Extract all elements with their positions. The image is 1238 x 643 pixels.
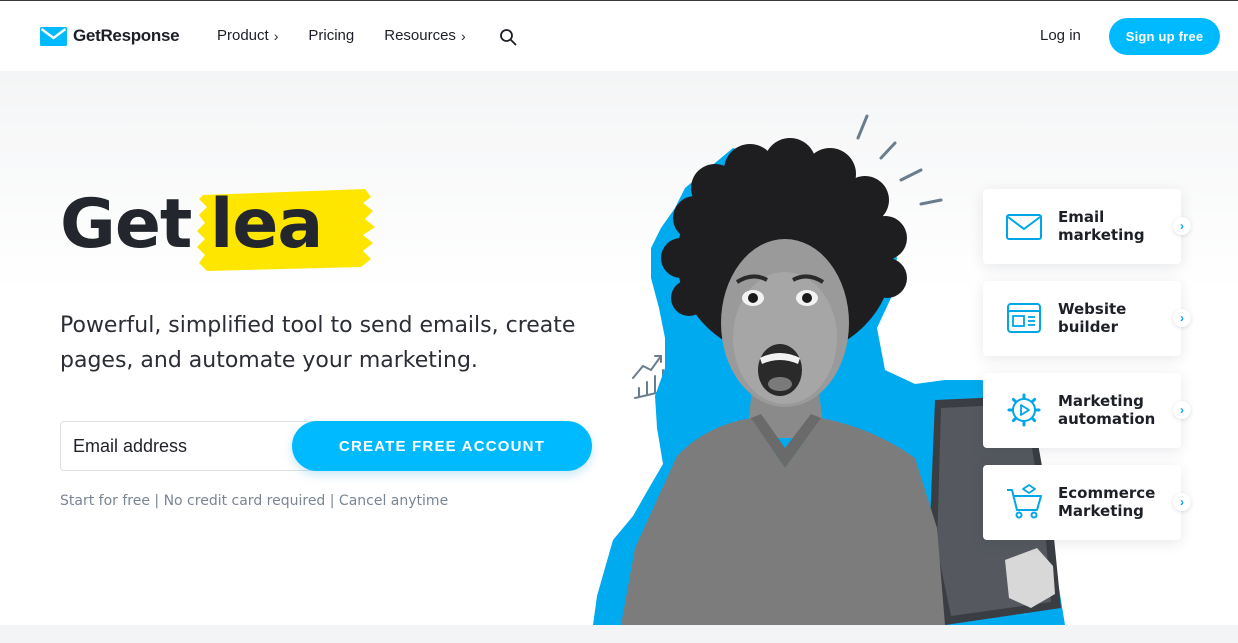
website-icon	[1007, 303, 1041, 333]
site-header: GetResponse Product › Pricing Resources …	[0, 1, 1238, 71]
feature-card-label: Marketing automation	[1058, 392, 1156, 428]
chevron-right-icon: ›	[1173, 493, 1191, 511]
nav-item-resources[interactable]: Resources ›	[384, 27, 465, 44]
nav-item-label: Resources	[384, 27, 456, 44]
chevron-right-icon: ›	[460, 27, 466, 44]
search-icon[interactable]	[499, 28, 517, 46]
create-account-button[interactable]: CREATE FREE ACCOUNT	[292, 421, 592, 471]
nav-item-pricing[interactable]: Pricing	[308, 27, 354, 44]
feature-card-label: Website builder	[1058, 300, 1127, 336]
nav-item-label: Product	[217, 27, 269, 44]
feature-card-label: Ecommerce Marketing	[1058, 484, 1156, 520]
nav-item-product[interactable]: Product ›	[217, 27, 278, 44]
chevron-right-icon: ›	[1173, 217, 1191, 235]
logo[interactable]: GetResponse	[40, 26, 180, 46]
chevron-right-icon: ›	[273, 27, 279, 44]
feature-card-email[interactable]: Email marketing ›	[983, 189, 1191, 264]
feature-card-website[interactable]: Website builder ›	[983, 281, 1191, 356]
section-divider	[0, 625, 1238, 643]
main-nav: Product › Pricing Resources ›	[217, 27, 466, 44]
cart-icon	[1007, 484, 1042, 519]
envelope-icon	[1006, 214, 1042, 240]
gear-play-icon	[1007, 393, 1041, 427]
feature-card-automation[interactable]: Marketing automation ›	[983, 373, 1191, 448]
hero-subhead: Powerful, simplified tool to send emails…	[60, 313, 576, 373]
nav-item-label: Pricing	[308, 27, 355, 44]
chevron-right-icon: ›	[1173, 309, 1191, 327]
hero-fineprint: Start for free | No credit card required…	[60, 493, 449, 509]
hero-illustration	[593, 114, 1065, 625]
headline-highlight-word: lea	[210, 185, 323, 264]
feature-card-label: Email marketing	[1058, 208, 1145, 244]
chevron-right-icon: ›	[1173, 401, 1191, 419]
headline-prefix: Get	[60, 185, 192, 264]
login-link[interactable]: Log in	[1040, 27, 1081, 44]
logo-envelope-icon	[40, 26, 67, 46]
logo-text: GetResponse	[73, 26, 180, 45]
signup-button[interactable]: Sign up free	[1109, 18, 1220, 55]
feature-card-ecommerce[interactable]: Ecommerce Marketing ›	[983, 465, 1191, 540]
